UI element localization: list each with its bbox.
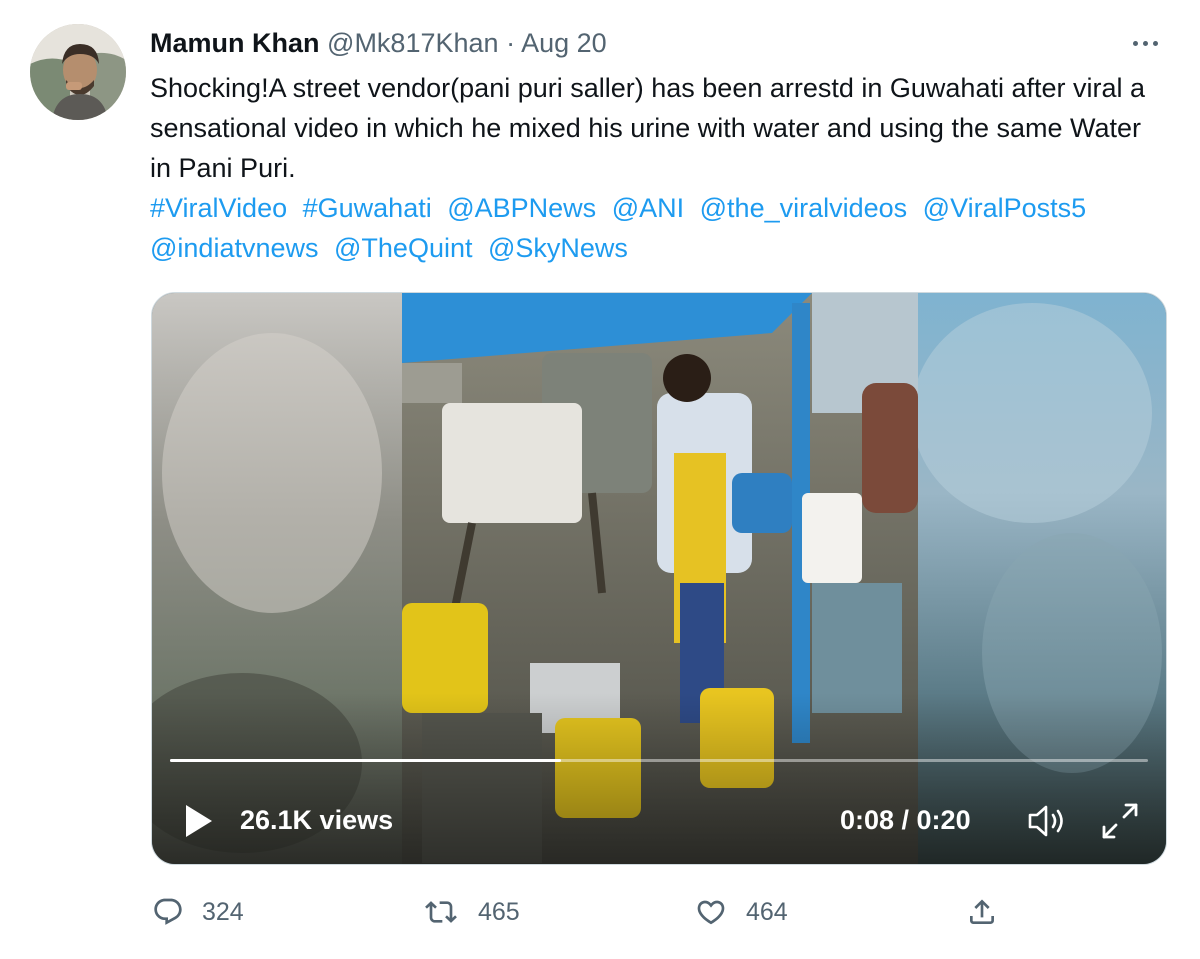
video-progress-bar[interactable] (170, 759, 1148, 762)
hashtag-guwahati[interactable]: #Guwahati (303, 193, 432, 223)
tweet-tags: #ViralVideo #Guwahati @ABPNews @ANI @the… (150, 188, 1160, 268)
reply-button[interactable]: 324 (152, 890, 244, 934)
author-name[interactable]: Mamun Khan (150, 28, 320, 58)
tweet: Mamun Khan @Mk817Khan · Aug 20 Shocking!… (0, 0, 1200, 959)
video-views: 26.1K views (240, 805, 394, 835)
video-time: 0:08 / 0:20 (840, 805, 971, 835)
avatar-image (30, 24, 126, 120)
video-progress-fill (170, 759, 562, 762)
retweet-count: 465 (478, 897, 520, 926)
hashtag-viralvideo[interactable]: #ViralVideo (150, 193, 287, 223)
tweet-date[interactable]: Aug 20 (521, 28, 607, 58)
video-player[interactable]: 26.1K views 0:08 / 0:20 (151, 292, 1167, 865)
fullscreen-button[interactable] (1098, 799, 1142, 843)
tweet-text: Shocking!A street vendor(pani puri salle… (150, 73, 1146, 183)
play-icon (186, 805, 212, 837)
mention-indiatvnews[interactable]: @indiatvnews (150, 233, 319, 263)
mention-skynews[interactable]: @SkyNews (488, 233, 628, 263)
tweet-header: Mamun Khan @Mk817Khan · Aug 20 (150, 26, 607, 60)
avatar[interactable] (30, 24, 126, 120)
more-button[interactable] (1124, 28, 1166, 58)
fullscreen-icon (1102, 803, 1138, 839)
mention-viralposts5[interactable]: @ViralPosts5 (923, 193, 1086, 223)
mention-ani[interactable]: @ANI (612, 193, 684, 223)
mention-the-viralvideos[interactable]: @the_viralvideos (700, 193, 908, 223)
reply-count: 324 (202, 897, 244, 926)
more-icon (1132, 40, 1158, 46)
header-separator: · (506, 28, 516, 58)
share-button[interactable] (966, 890, 998, 934)
author-handle[interactable]: @Mk817Khan (327, 28, 499, 58)
like-icon (697, 900, 725, 925)
volume-icon (1028, 805, 1063, 837)
share-icon (970, 899, 994, 924)
retweet-icon (425, 901, 457, 923)
like-button[interactable]: 464 (694, 890, 788, 934)
tweet-actions: 324 465 464 (0, 890, 1200, 934)
reply-icon (154, 898, 182, 925)
play-button[interactable] (182, 801, 216, 841)
like-count: 464 (746, 897, 788, 926)
video-frame (152, 293, 1166, 864)
retweet-button[interactable]: 465 (422, 890, 520, 934)
mention-abpnews[interactable]: @ABPNews (447, 193, 596, 223)
mention-thequint[interactable]: @TheQuint (334, 233, 472, 263)
volume-button[interactable] (1026, 803, 1070, 839)
